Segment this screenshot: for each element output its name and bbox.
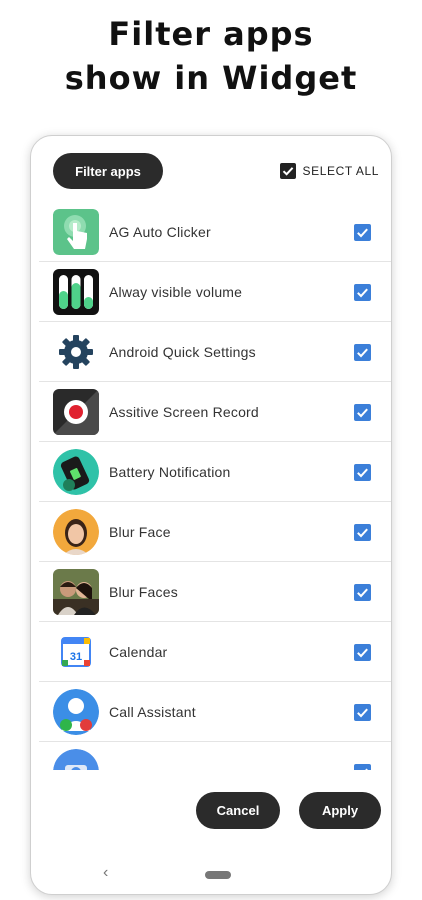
headline: Filter apps show in Widget — [0, 12, 422, 100]
app-row-alway-visible-volume[interactable]: Alway visible volume — [39, 262, 391, 322]
app-checkbox[interactable] — [354, 644, 371, 661]
app-label: AG Auto Clicker — [109, 224, 211, 240]
app-row-blur-face[interactable]: Blur Face — [39, 502, 391, 562]
app-row-blur-faces[interactable]: Blur Faces — [39, 562, 391, 622]
headline-line-2: show in Widget — [64, 59, 358, 97]
app-checkbox[interactable] — [354, 224, 371, 241]
app-checkbox[interactable] — [354, 764, 371, 770]
phone-frame: Filter apps SELECT ALL AG Auto Clicker A… — [30, 135, 392, 895]
app-row-call-assistant[interactable]: Call Assistant — [39, 682, 391, 742]
app-checkbox[interactable] — [354, 584, 371, 601]
couple-photo-icon — [53, 569, 99, 615]
headline-line-1: Filter apps — [108, 15, 314, 53]
tap-hand-icon — [53, 209, 99, 255]
filter-apps-button[interactable]: Filter apps — [53, 153, 163, 189]
dialog-actions: Cancel Apply — [31, 792, 391, 832]
call-assistant-icon — [53, 689, 99, 735]
app-label: Battery Notification — [109, 464, 231, 480]
system-nav-bar: ‹ — [31, 860, 391, 890]
app-label: Alway visible volume — [109, 284, 243, 300]
app-checkbox[interactable] — [354, 704, 371, 721]
app-label: Calendar — [109, 644, 168, 660]
select-all-label: SELECT ALL — [302, 164, 379, 178]
app-row-camera[interactable] — [39, 742, 391, 770]
app-row-ag-auto-clicker[interactable]: AG Auto Clicker — [39, 202, 391, 262]
app-list[interactable]: AG Auto Clicker Alway visible volume And… — [31, 202, 391, 770]
battery-icon — [53, 449, 99, 495]
app-checkbox[interactable] — [354, 464, 371, 481]
app-row-android-quick-settings[interactable]: Android Quick Settings — [39, 322, 391, 382]
select-all-checkbox[interactable] — [279, 163, 296, 179]
calendar-day-number: 31 — [70, 651, 82, 663]
app-checkbox[interactable] — [354, 284, 371, 301]
apply-button[interactable]: Apply — [299, 792, 381, 829]
app-checkbox[interactable] — [354, 404, 371, 421]
app-label: Assitive Screen Record — [109, 404, 259, 420]
select-all-toggle[interactable]: SELECT ALL — [279, 163, 380, 179]
app-checkbox[interactable] — [354, 524, 371, 541]
app-row-assitive-screen-record[interactable]: Assitive Screen Record — [39, 382, 391, 442]
face-photo-icon — [53, 509, 99, 555]
back-icon[interactable]: ‹ — [103, 864, 108, 882]
app-row-calendar[interactable]: 31 Calendar — [39, 622, 391, 682]
app-label: Blur Faces — [109, 584, 178, 600]
home-pill-icon[interactable] — [205, 871, 231, 879]
filter-toolbar: Filter apps SELECT ALL — [31, 136, 391, 202]
app-checkbox[interactable] — [354, 344, 371, 361]
camera-icon — [53, 749, 99, 770]
app-label: Android Quick Settings — [109, 344, 256, 360]
volume-bars-icon — [53, 269, 99, 315]
calendar-icon: 31 — [53, 629, 99, 675]
record-icon — [53, 389, 99, 435]
app-label: Blur Face — [109, 524, 171, 540]
app-label: Call Assistant — [109, 704, 196, 720]
cancel-button[interactable]: Cancel — [196, 792, 280, 829]
app-row-battery-notification[interactable]: Battery Notification — [39, 442, 391, 502]
gear-icon — [53, 329, 99, 375]
